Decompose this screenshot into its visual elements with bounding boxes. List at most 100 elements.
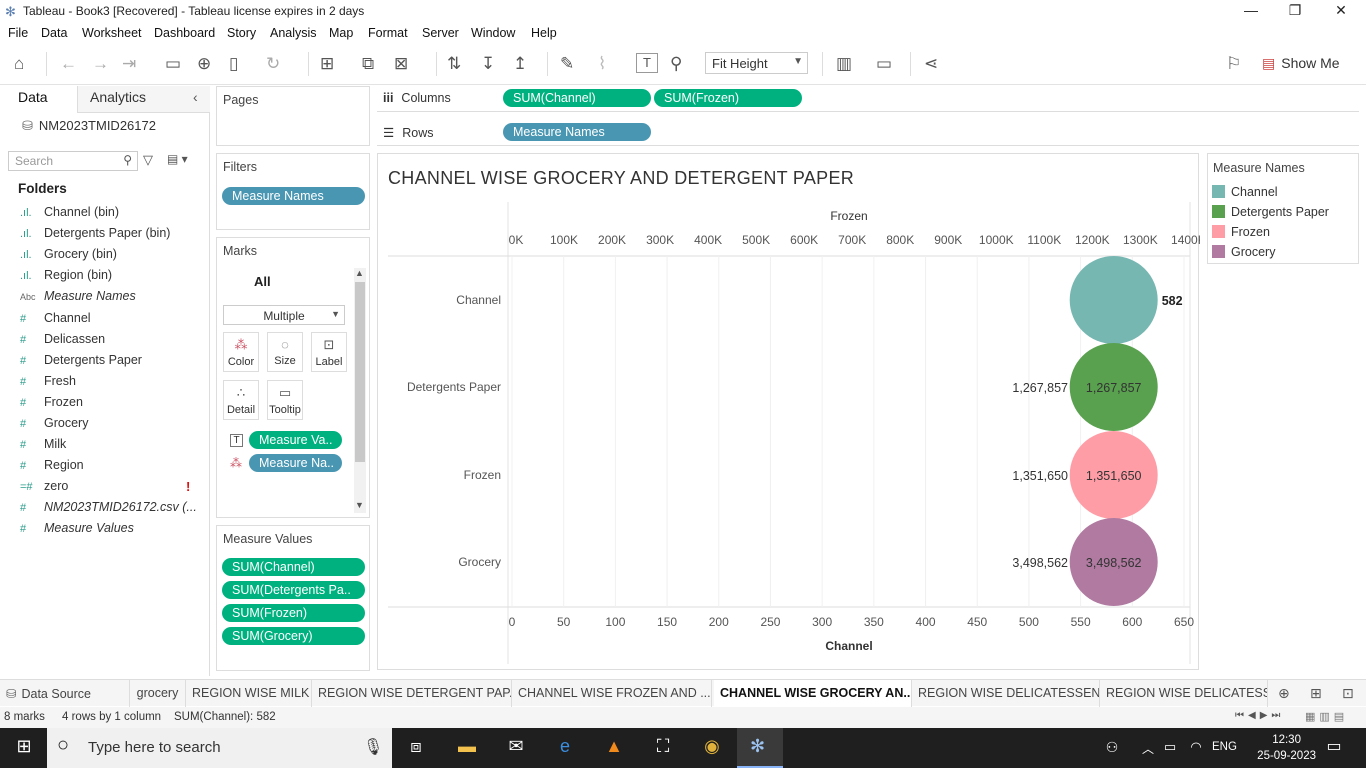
mark-type-dropdown[interactable]: Multiple ▼ — [223, 305, 345, 325]
sort-descending-icon[interactable]: ↥ — [513, 54, 527, 74]
field-item[interactable]: # Milk — [20, 437, 66, 457]
filter-icon[interactable]: ▽ — [143, 152, 153, 168]
field-item[interactable]: # Measure Values — [20, 521, 134, 541]
filter-pill-measure-names[interactable]: Measure Names — [222, 187, 365, 205]
new-worksheet-icon[interactable]: ⊕ — [1278, 685, 1290, 702]
pause-updates-icon[interactable]: ▯ — [229, 54, 238, 74]
menu-format[interactable]: Format — [368, 26, 408, 40]
tableau-taskbar-button[interactable]: ✻ — [737, 728, 783, 768]
chart-svg[interactable]: Frozen 0K 100K 200K 300K 400K 500K 600K 700K 800K… — [378, 154, 1200, 671]
menu-map[interactable]: Map — [329, 26, 353, 40]
marks-pill-measure-values[interactable]: Measure Va.. — [249, 431, 342, 449]
chrome-icon[interactable]: ◉ — [700, 736, 724, 760]
task-view-icon[interactable]: ⧈ — [404, 736, 428, 760]
field-item[interactable]: .ıl. Detergents Paper (bin) — [20, 226, 170, 246]
field-item[interactable]: # Channel — [20, 311, 91, 331]
new-story-icon[interactable]: ⊡ — [1342, 685, 1354, 702]
menu-file[interactable]: File — [8, 26, 28, 40]
field-item[interactable]: # Fresh — [20, 374, 76, 394]
sheet-tab-region-wise-delicatesse[interactable]: REGION WISE DELICATESSE — [1100, 680, 1268, 707]
pin-icon[interactable]: ⚲ — [670, 54, 682, 74]
scrollbar-thumb[interactable] — [355, 282, 365, 462]
replay-icon[interactable]: ⇥ — [122, 54, 136, 74]
new-dashboard-icon[interactable]: ⊞ — [1310, 685, 1322, 702]
field-item[interactable]: .ıl. Channel (bin) — [20, 205, 119, 225]
share-icon[interactable]: ⋖ — [924, 54, 938, 74]
sheet-tab-region-wise-milk[interactable]: REGION WISE MILK — [186, 680, 312, 707]
size-button[interactable]: ◌ Size — [267, 332, 303, 372]
store-icon[interactable]: ⛶ — [651, 736, 675, 760]
attach-icon[interactable]: ⌇ — [598, 54, 606, 74]
field-item[interactable]: # Frozen — [20, 395, 83, 415]
sheet-tab-region-wise-detergent[interactable]: REGION WISE DETERGENT PAP... — [312, 680, 512, 707]
wifi-icon[interactable]: ◠ — [1184, 739, 1208, 763]
legend-item-detergents-paper[interactable]: Detergents Paper — [1212, 205, 1329, 219]
datasource-item[interactable]: ⛁ NM2023TMID26172 — [22, 118, 156, 134]
save-icon[interactable]: ▭ — [165, 54, 181, 74]
edge-icon[interactable]: e — [553, 736, 577, 760]
field-item[interactable]: # NM2023TMID26172.csv (... — [20, 500, 197, 520]
menu-dashboard[interactable]: Dashboard — [154, 26, 215, 40]
show-me-button[interactable]: ▤ Show Me — [1262, 55, 1340, 72]
undo-icon[interactable]: ← — [60, 54, 77, 74]
columns-pill-frozen[interactable]: SUM(Frozen) — [654, 89, 802, 107]
field-item[interactable]: .ıl. Grocery (bin) — [20, 247, 117, 267]
legend-item-frozen[interactable]: Frozen — [1212, 225, 1270, 239]
field-item[interactable]: # Delicassen — [20, 332, 105, 352]
clear-sheet-icon[interactable]: ⊠ — [394, 54, 408, 74]
sheet-tab-channel-wise-frozen[interactable]: CHANNEL WISE FROZEN AND ... — [512, 680, 712, 707]
presentation-icon[interactable]: ▭ — [876, 54, 892, 74]
people-icon[interactable]: ⚇ — [1100, 739, 1124, 763]
scroll-down-icon[interactable]: ▼ — [355, 500, 364, 510]
legend-item-grocery[interactable]: Grocery — [1212, 245, 1275, 259]
scroll-up-icon[interactable]: ▲ — [355, 268, 364, 278]
sheet-navigation-icon[interactable]: ⏮◀▶⏭ — [1235, 710, 1284, 721]
signpost-icon[interactable]: ⚐ — [1226, 54, 1241, 74]
battery-icon[interactable]: ▭ — [1158, 739, 1182, 763]
menu-story[interactable]: Story — [227, 26, 256, 40]
pages-card[interactable]: Pages — [216, 86, 370, 146]
show-cards-icon[interactable]: ▥ — [836, 54, 852, 74]
tab-data[interactable]: Data — [18, 89, 48, 105]
refresh-icon[interactable]: ↻ — [266, 54, 280, 74]
fit-dropdown[interactable]: Fit Height ▼ — [705, 52, 808, 74]
vlc-icon[interactable]: ▲ — [602, 736, 626, 760]
field-item[interactable]: # Grocery — [20, 416, 88, 436]
menu-data[interactable]: Data — [41, 26, 67, 40]
rows-shelf[interactable]: ☰ Rows Measure Names — [377, 120, 1359, 146]
detail-button[interactable]: ∴ Detail — [223, 380, 259, 420]
menu-server[interactable]: Server — [422, 26, 459, 40]
show-labels-icon[interactable]: T — [636, 53, 658, 73]
label-button[interactable]: ⊡ Label — [311, 332, 347, 372]
measure-values-pill-channel[interactable]: SUM(Channel) — [222, 558, 365, 576]
filters-card[interactable]: Filters Measure Names — [216, 153, 370, 230]
redo-icon[interactable]: → — [92, 54, 109, 74]
field-item[interactable]: # Region — [20, 458, 84, 478]
field-item[interactable]: =# zero — [20, 479, 68, 499]
measure-values-pill-grocery[interactable]: SUM(Grocery) — [222, 627, 365, 645]
menu-help[interactable]: Help — [531, 26, 557, 40]
taskbar-search[interactable]: ○ Type here to search 🎙 — [47, 728, 392, 768]
swap-icon[interactable]: ⇅ — [447, 54, 461, 74]
file-explorer-icon[interactable]: ▬ — [455, 736, 479, 760]
rows-pill-measure-names[interactable]: Measure Names — [503, 123, 651, 141]
notifications-icon[interactable]: ▭ — [1322, 736, 1346, 760]
sheet-tab-channel-wise-grocery[interactable]: CHANNEL WISE GROCERY AN... — [714, 680, 912, 707]
legend-item-channel[interactable]: Channel — [1212, 185, 1278, 199]
new-worksheet-icon[interactable]: ⊞ — [320, 54, 334, 74]
marks-pill-measure-names[interactable]: Measure Na.. — [249, 454, 342, 472]
view-options-icon[interactable]: ▤ ▾ — [167, 152, 188, 166]
tab-analytics[interactable]: Analytics — [90, 89, 146, 105]
sheet-tab-grocery[interactable]: grocery — [130, 680, 186, 707]
search-input[interactable]: Search ⚲ — [8, 151, 138, 171]
duplicate-icon[interactable]: ⧉ — [362, 54, 374, 74]
marks-scrollbar[interactable]: ▲ ▼ — [354, 268, 366, 513]
close-button[interactable]: ✕ — [1318, 2, 1364, 22]
clock[interactable]: 12:30 25-09-2023 — [1257, 732, 1316, 764]
field-item[interactable]: # Detergents Paper — [20, 353, 142, 373]
windows-start-icon[interactable]: ⊞ — [12, 736, 36, 760]
show-hidden-icons[interactable]: ︿ — [1136, 740, 1160, 764]
mail-icon[interactable]: ✉ — [504, 736, 528, 760]
highlight-icon[interactable]: ✎ — [560, 54, 574, 74]
columns-pill-channel[interactable]: SUM(Channel) — [503, 89, 651, 107]
